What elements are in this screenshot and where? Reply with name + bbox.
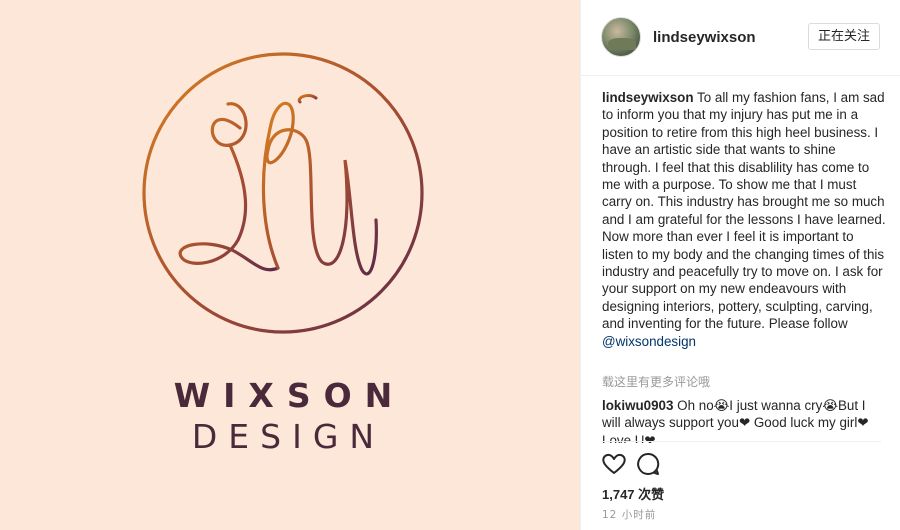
post-caption: lindseywixson To all my fashion fans, I … [602, 89, 887, 350]
comment-icon[interactable] [635, 451, 663, 479]
comment-item: lokiwu0903 Oh no😭I just wanna cry😭But I … [602, 397, 887, 443]
following-button[interactable]: 正在关注 [808, 23, 880, 50]
brand-name-line2: DESIGN [191, 417, 386, 456]
post-image[interactable]: WIXSON DESIGN [0, 0, 580, 530]
post-author-username[interactable]: lindseywixson [653, 29, 756, 46]
divider [601, 441, 881, 442]
brand-name-line1: WIXSON [173, 376, 406, 415]
caption-mention-link[interactable]: @wixsondesign [602, 334, 696, 349]
caption-text: To all my fashion fans, I am sad to info… [602, 90, 886, 332]
instagram-post: WIXSON DESIGN lindseywixson 正在关注 lindsey… [0, 0, 900, 530]
likes-count[interactable]: 1,747 次赞 [602, 484, 664, 503]
post-timestamp[interactable]: 12 小时前 [602, 507, 656, 522]
caption-username[interactable]: lindseywixson [602, 90, 694, 105]
load-more-comments-link[interactable]: 载这里有更多评论哦 [602, 373, 710, 390]
post-sidebar: lindseywixson 正在关注 lindseywixson To all … [580, 0, 900, 530]
comment-username[interactable]: lokiwu0903 [602, 398, 673, 413]
heart-icon[interactable] [601, 451, 629, 479]
post-header: lindseywixson 正在关注 [581, 0, 900, 76]
avatar[interactable] [601, 17, 641, 57]
